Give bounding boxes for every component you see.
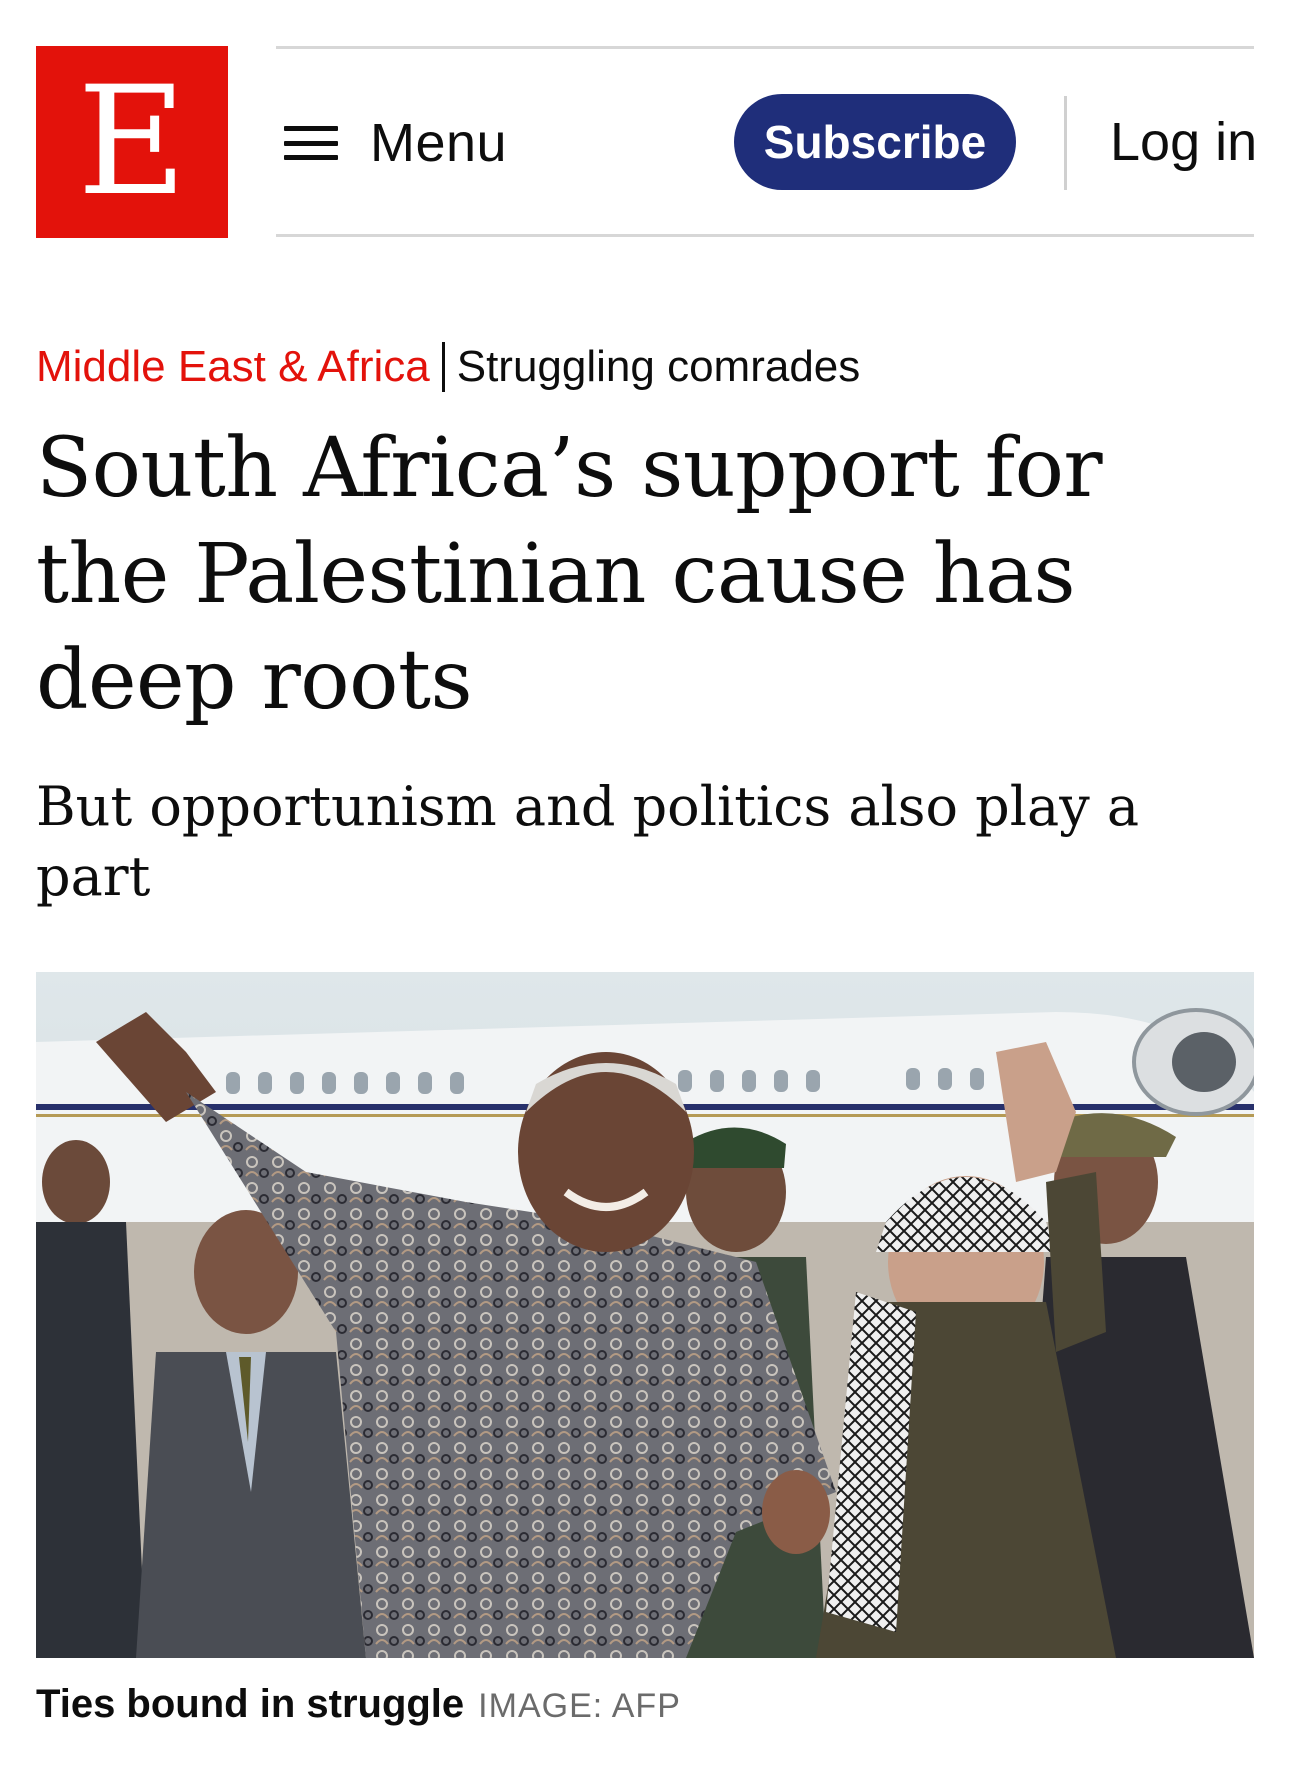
header-divider xyxy=(1064,96,1067,190)
photo-illustration xyxy=(36,972,1254,1658)
article-headline: South Africa’s support for the Palestini… xyxy=(36,421,1103,728)
login-link[interactable]: Log in xyxy=(1110,104,1257,180)
menu-label: Menu xyxy=(370,113,508,173)
header-top-rule xyxy=(276,46,1254,49)
fly-title: Struggling comrades xyxy=(456,342,861,391)
image-credit: IMAGE: AFP xyxy=(478,1687,681,1725)
article-subheadline: But opportunism and politics also play a… xyxy=(36,775,1140,908)
subscribe-button[interactable]: Subscribe xyxy=(734,94,1016,190)
caption-text: Ties bound in struggle xyxy=(36,1682,465,1726)
article-rubric: Middle East & Africa Struggling comrades xyxy=(36,342,860,392)
hamburger-icon xyxy=(284,126,338,160)
photo-caption: Ties bound in struggle IMAGE: AFP xyxy=(36,1682,681,1727)
menu-button[interactable]: Menu xyxy=(284,110,507,176)
rubric-separator xyxy=(441,342,445,392)
header-bottom-rule xyxy=(276,234,1254,237)
article-photo xyxy=(36,972,1254,1658)
section-link[interactable]: Middle East & Africa xyxy=(36,342,430,392)
economist-logo[interactable]: E xyxy=(36,46,228,238)
